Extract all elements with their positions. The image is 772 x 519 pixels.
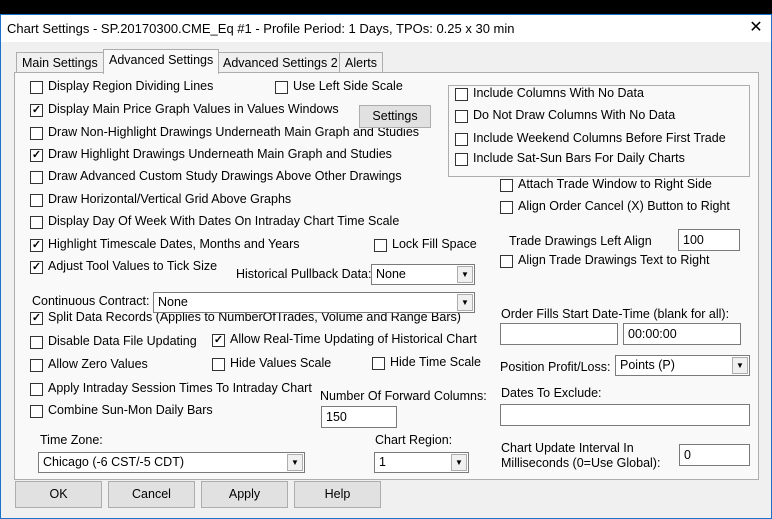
tab-advanced-settings-2[interactable]: Advanced Settings 2 — [217, 52, 344, 73]
help-button[interactable]: Help — [294, 481, 381, 508]
checkbox-combine-sun-mon-daily-bars[interactable] — [30, 405, 43, 418]
chevron-down-icon[interactable]: ▼ — [457, 266, 473, 283]
close-icon[interactable]: ✕ — [743, 17, 769, 39]
checkbox-include-columns-with-no-data[interactable] — [455, 88, 468, 101]
checkbox-use-left-side-scale[interactable] — [275, 81, 288, 94]
checkbox-hide-values-scale[interactable] — [212, 358, 225, 371]
update-interval-label-2: Milliseconds (0=Use Global): — [501, 456, 661, 470]
checkbox-label[interactable]: Combine Sun-Mon Daily Bars — [48, 403, 213, 417]
checkbox-label[interactable]: Allow Zero Values — [48, 357, 148, 371]
checkbox-label[interactable]: Use Left Side Scale — [293, 79, 403, 93]
tab-advanced-settings[interactable]: Advanced Settings — [103, 49, 220, 74]
checkbox-label[interactable]: Draw Advanced Custom Study Drawings Abov… — [48, 169, 402, 183]
dates-exclude-input[interactable] — [500, 404, 750, 426]
tab-main-settings[interactable]: Main Settings — [16, 52, 104, 73]
checkbox-apply-intraday-session-times-to-intraday-chart[interactable] — [30, 383, 43, 396]
checkbox-allow-real-time-updating-of-historical-chart[interactable]: ✓ — [212, 334, 225, 347]
checkbox-label[interactable]: Display Region Dividing Lines — [48, 79, 213, 93]
checkbox-align-trade-drawings-text-to-right[interactable] — [500, 255, 513, 268]
chevron-down-icon[interactable]: ▼ — [451, 454, 467, 471]
checkbox-disable-data-file-updating[interactable] — [30, 336, 43, 349]
historical-pullback-label: Historical Pullback Data: — [236, 267, 372, 281]
checkbox-draw-advanced-custom-study-drawings-above-other-drawings[interactable] — [30, 171, 43, 184]
chart-region-label: Chart Region: — [375, 433, 453, 447]
checkbox-allow-zero-values[interactable] — [30, 359, 43, 372]
checkbox-draw-highlight-drawings-underneath-main-graph-and-studies[interactable]: ✓ — [30, 149, 43, 162]
historical-pullback-select[interactable]: None ▼ — [371, 264, 475, 285]
checkbox-label[interactable]: Display Day Of Week With Dates On Intrad… — [48, 214, 399, 228]
checkbox-draw-horizontal-vertical-grid-above-graphs[interactable] — [30, 194, 43, 207]
window-title: Chart Settings - SP.20170300.CME_Eq #1 -… — [7, 21, 515, 36]
chevron-down-icon[interactable]: ▼ — [287, 454, 303, 471]
checkbox-label[interactable]: Include Weekend Columns Before First Tra… — [473, 131, 726, 145]
checkbox-label[interactable]: Align Trade Drawings Text to Right — [518, 253, 710, 267]
historical-pullback-value: None — [376, 267, 406, 281]
chart-region-value: 1 — [379, 455, 386, 469]
checkbox-label[interactable]: Hide Values Scale — [230, 356, 331, 370]
position-pl-select[interactable]: Points (P) ▼ — [615, 355, 750, 376]
checkbox-label[interactable]: Disable Data File Updating — [48, 334, 197, 348]
continuous-contract-label: Continuous Contract: — [32, 294, 150, 308]
checkbox-label[interactable]: Allow Real-Time Updating of Historical C… — [230, 332, 477, 346]
checkbox-highlight-timescale-dates-months-and-years[interactable]: ✓ — [30, 239, 43, 252]
cancel-button[interactable]: Cancel — [108, 481, 195, 508]
checkbox-include-weekend-columns-before-first-trade[interactable] — [455, 133, 468, 146]
continuous-contract-value: None — [158, 295, 188, 309]
checkbox-label[interactable]: Display Main Price Graph Values in Value… — [48, 102, 339, 116]
time-zone-value: Chicago (-6 CST/-5 CDT) — [43, 455, 184, 469]
checkbox-label[interactable]: Include Columns With No Data — [473, 86, 644, 100]
time-zone-select[interactable]: Chicago (-6 CST/-5 CDT) ▼ — [38, 452, 305, 473]
order-fills-date-input[interactable] — [500, 323, 618, 345]
update-interval-label-1: Chart Update Interval In — [501, 441, 634, 455]
order-fills-label: Order Fills Start Date-Time (blank for a… — [501, 307, 730, 321]
checkbox-adjust-tool-values-to-tick-size[interactable]: ✓ — [30, 261, 43, 274]
checkbox-draw-non-highlight-drawings-underneath-main-graph-and-studies[interactable] — [30, 127, 43, 140]
checkbox-lock-fill-space[interactable] — [374, 239, 387, 252]
checkbox-display-main-price-graph-values-in-values-windows[interactable]: ✓ — [30, 104, 43, 117]
checkbox-split-data-records-applies-to-numberoftrades-volume-and-range-bars[interactable]: ✓ — [30, 312, 43, 325]
checkbox-label[interactable]: Do Not Draw Columns With No Data — [473, 108, 675, 122]
checkbox-label[interactable]: Draw Horizontal/Vertical Grid Above Grap… — [48, 192, 291, 206]
checkbox-attach-trade-window-to-right-side[interactable] — [500, 179, 513, 192]
checkbox-align-order-cancel-x-button-to-right[interactable] — [500, 201, 513, 214]
checkbox-label[interactable]: Include Sat-Sun Bars For Daily Charts — [473, 151, 685, 165]
checkbox-label[interactable]: Draw Highlight Drawings Underneath Main … — [48, 147, 392, 161]
trade-left-align-input[interactable]: 100 — [678, 229, 740, 251]
chart-region-select[interactable]: 1 ▼ — [374, 452, 469, 473]
checkbox-label[interactable]: Lock Fill Space — [392, 237, 477, 251]
checkbox-display-region-dividing-lines[interactable] — [30, 81, 43, 94]
tab-alerts[interactable]: Alerts — [339, 52, 383, 73]
chevron-down-icon[interactable]: ▼ — [732, 357, 748, 374]
checkbox-hide-time-scale[interactable] — [372, 357, 385, 370]
forward-columns-input[interactable]: 150 — [321, 406, 397, 428]
checkbox-label[interactable]: Apply Intraday Session Times To Intraday… — [48, 381, 312, 395]
trade-left-align-label: Trade Drawings Left Align — [509, 234, 652, 248]
checkbox-label[interactable]: Hide Time Scale — [390, 355, 481, 369]
order-fills-time-input[interactable]: 00:00:00 — [623, 323, 741, 345]
title-bar: Chart Settings - SP.20170300.CME_Eq #1 -… — [1, 15, 771, 42]
time-zone-label: Time Zone: — [40, 433, 103, 447]
forward-columns-label: Number Of Forward Columns: — [320, 389, 487, 403]
apply-button[interactable]: Apply — [201, 481, 288, 508]
checkbox-label[interactable]: Align Order Cancel (X) Button to Right — [518, 199, 730, 213]
chart-settings-dialog: Chart Settings - SP.20170300.CME_Eq #1 -… — [0, 14, 772, 519]
checkbox-label[interactable]: Adjust Tool Values to Tick Size — [48, 259, 217, 273]
position-pl-label: Position Profit/Loss: — [500, 360, 611, 374]
checkbox-label[interactable]: Attach Trade Window to Right Side — [518, 177, 712, 191]
chevron-down-icon[interactable]: ▼ — [457, 294, 473, 311]
continuous-contract-select[interactable]: None ▼ — [153, 292, 475, 313]
checkbox-include-sat-sun-bars-for-daily-charts[interactable] — [455, 153, 468, 166]
checkbox-label[interactable]: Highlight Timescale Dates, Months and Ye… — [48, 237, 300, 251]
checkbox-do-not-draw-columns-with-no-data[interactable] — [455, 110, 468, 123]
checkbox-display-day-of-week-with-dates-on-intraday-chart-time-scale[interactable] — [30, 216, 43, 229]
ok-button[interactable]: OK — [15, 481, 102, 508]
update-interval-input[interactable]: 0 — [679, 444, 750, 466]
position-pl-value: Points (P) — [620, 358, 675, 372]
dates-exclude-label: Dates To Exclude: — [501, 386, 602, 400]
settings-button[interactable]: Settings — [359, 105, 431, 128]
